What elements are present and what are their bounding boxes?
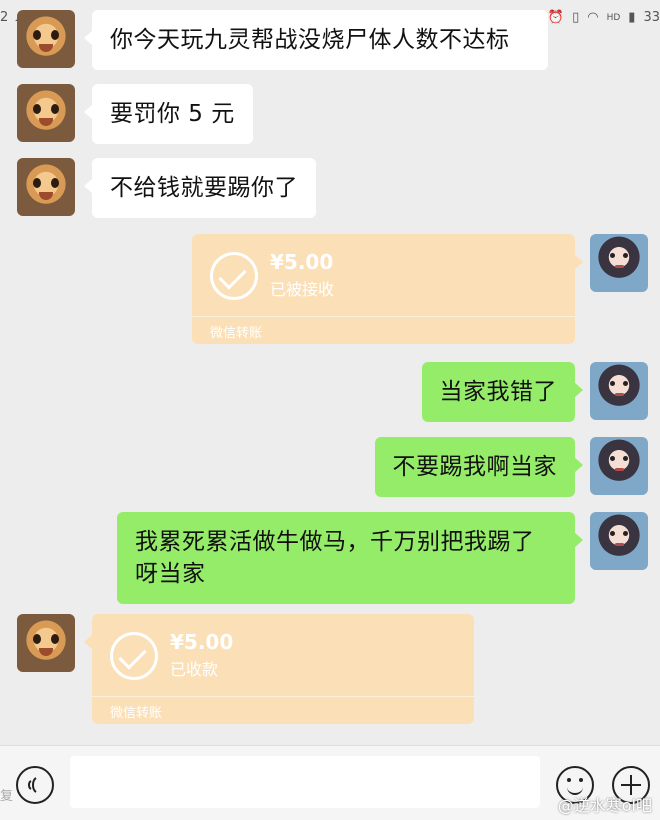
cat-avatar[interactable] (17, 10, 75, 68)
girl-avatar[interactable] (590, 512, 648, 570)
battery-fragment: 33 (643, 10, 660, 25)
check-icon (110, 632, 158, 680)
message-text: 不要踢我啊当家 (392, 454, 557, 480)
transfer-amount: ¥5.00 (270, 250, 334, 274)
status-bar-right: ⏰ ▯ ◠ HD ▮ 33 (548, 10, 660, 25)
outgoing-message[interactable]: 当家我错了 (421, 362, 583, 422)
incoming-message[interactable]: 不给钱就要踢你了 (84, 158, 316, 218)
voice-icon[interactable] (16, 766, 54, 804)
outgoing-message[interactable]: 我累死累活做牛做马，千万别把我踢了呀当家 (117, 512, 583, 604)
hd-icon: HD (606, 12, 621, 23)
outgoing-message[interactable]: 不要踢我啊当家 (374, 437, 583, 497)
cat-avatar[interactable] (17, 614, 75, 672)
girl-avatar[interactable] (590, 362, 648, 420)
alarm-icon: ⏰ (547, 10, 565, 25)
vibrate-icon: ▯ (572, 10, 580, 25)
girl-avatar[interactable] (590, 234, 648, 292)
watermark-right: @逆水寒ol吧 (557, 796, 652, 815)
wifi-icon: ◠ (587, 10, 599, 25)
message-text: 要罚你 5 元 (110, 101, 235, 127)
incoming-message[interactable]: 要罚你 5 元 (84, 84, 253, 144)
transfer-status: 已收款 (170, 660, 219, 679)
message-text: 当家我错了 (439, 379, 557, 405)
message-text: 不给钱就要踢你了 (110, 175, 298, 201)
signal-icon: ▮ (628, 10, 636, 25)
transfer-divider (92, 696, 474, 697)
message-text: 你今天玩九灵帮战没烧尸体人数不达标 (110, 27, 510, 53)
cat-avatar[interactable] (17, 84, 75, 142)
transfer-amount: ¥5.00 (170, 630, 234, 654)
transfer-footer: 微信转账 (110, 706, 163, 721)
check-icon (210, 252, 258, 300)
girl-avatar[interactable] (590, 437, 648, 495)
status-time-fragment: 2 (0, 10, 9, 25)
transfer-status: 已被接收 (270, 280, 335, 299)
message-text: 我累死累活做牛做马，千万别把我踢了呀当家 (135, 529, 535, 587)
message-input[interactable] (70, 756, 540, 808)
cat-avatar[interactable] (17, 158, 75, 216)
transfer-card[interactable]: ¥5.00 已被接收 微信转账 (192, 234, 583, 344)
transfer-footer: 微信转账 (210, 326, 263, 341)
watermark-left: 复 (0, 789, 14, 804)
transfer-card[interactable]: ¥5.00 已收款 微信转账 (84, 614, 474, 724)
incoming-message[interactable]: 你今天玩九灵帮战没烧尸体人数不达标 (84, 10, 548, 70)
transfer-divider (192, 316, 575, 317)
